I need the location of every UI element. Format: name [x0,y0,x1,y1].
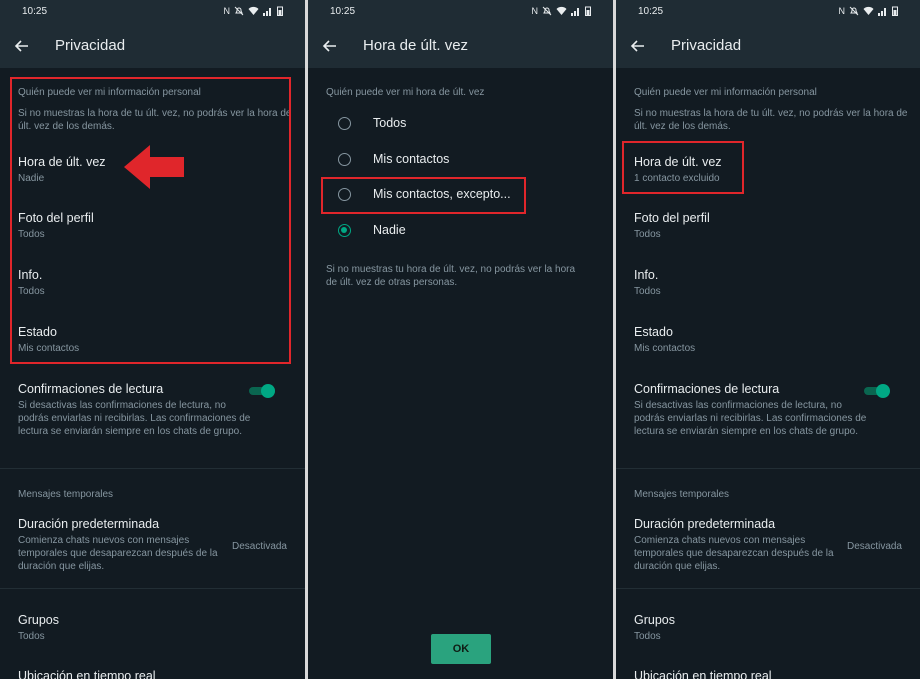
radio-option-todos[interactable]: Todos [338,114,603,136]
radio-option-nadie[interactable]: Nadie [338,221,603,243]
wifi-icon [248,6,259,15]
highlight-box [321,177,526,214]
battery-icon [277,6,283,16]
nfc-icon: N [838,6,846,16]
setting-title: Info. [634,268,659,282]
read-receipts-toggle[interactable] [249,384,275,398]
setting-title: Estado [634,325,673,339]
setting-info[interactable]: Info. Todos [634,268,910,298]
signal-icon [878,8,886,16]
setting-value: Todos [634,229,661,240]
setting-description: Comienza chats nuevos con mensajes tempo… [634,535,834,572]
section-description: Si no muestras la hora de tu últ. vez, n… [634,108,908,132]
status-bar: 10:25 N [308,0,613,24]
setting-groups[interactable]: Grupos Todos [18,613,295,643]
back-arrow-icon[interactable] [628,36,648,56]
read-receipts-toggle[interactable] [864,384,890,398]
setting-value: Todos [634,631,661,642]
signal-icon [571,8,579,16]
setting-title: Grupos [634,613,675,627]
divider [0,588,305,589]
app-bar: Privacidad [616,24,920,68]
app-bar: Hora de últ. vez [308,24,613,68]
status-time: 10:25 [22,6,48,17]
mute-icon [542,6,552,16]
ok-button[interactable]: OK [431,634,491,664]
section-title: Quién puede ver mi hora de últ. vez [326,87,485,98]
radio-label: Todos [373,116,407,130]
footer-note: Si no muestras tu hora de últ. vez, no p… [326,264,576,288]
setting-description: Si desactivas las confirmaciones de lect… [18,400,251,437]
setting-status[interactable]: Estado Mis contactos [634,325,910,355]
highlight-box [10,77,291,364]
status-bar: 10:25 N [616,0,920,24]
privacy-screen-before: 10:25 N Privacidad Quién puede ver mi in… [0,0,305,679]
divider [616,468,920,469]
section-title-temp: Mensajes temporales [18,489,114,500]
setting-value: Todos [18,631,45,642]
back-arrow-icon[interactable] [12,36,32,56]
setting-value: Mis contactos [634,343,696,354]
mute-icon [234,6,244,16]
status-time: 10:25 [638,6,664,17]
privacy-screen-after: 10:25 N Privacidad Quién puede ver mi in… [616,0,920,679]
page-title: Hora de últ. vez [363,37,469,54]
page-title: Privacidad [55,37,126,54]
setting-title: Ubicación en tiempo real [634,669,772,679]
setting-default-duration[interactable]: Duración predeterminada Comienza chats n… [18,517,295,573]
setting-title: Foto del perfil [634,211,710,225]
back-arrow-icon[interactable] [320,36,340,56]
setting-value: Todos [634,286,661,297]
app-bar: Privacidad [0,24,305,68]
setting-read-receipts[interactable]: Confirmaciones de lectura Si desactivas … [18,382,295,438]
setting-default-duration[interactable]: Duración predeterminada Comienza chats n… [634,517,910,573]
setting-title: Duración predeterminada [18,517,160,531]
battery-icon [892,6,898,16]
page-title: Privacidad [671,37,742,54]
section-title-temp: Mensajes temporales [634,489,730,500]
section-title: Quién puede ver mi información personal [634,87,817,98]
status-bar: 10:25 N [0,0,305,24]
setting-description: Comienza chats nuevos con mensajes tempo… [18,535,218,572]
status-time: 10:25 [330,6,356,17]
radio-label: Mis contactos [373,152,450,166]
setting-value: Desactivada [846,541,902,552]
radio-button[interactable] [338,117,351,130]
mute-icon [849,6,859,16]
divider [0,468,305,469]
setting-live-location[interactable]: Ubicación en tiempo real [18,669,295,679]
setting-value: Desactivada [231,541,287,552]
setting-read-receipts[interactable]: Confirmaciones de lectura Si desactivas … [634,382,910,438]
setting-title: Duración predeterminada [634,517,776,531]
radio-label: Nadie [373,223,406,237]
battery-icon [585,6,591,16]
setting-profile-photo[interactable]: Foto del perfil Todos [634,211,910,241]
signal-icon [263,8,271,16]
wifi-icon [556,6,567,15]
radio-option-mis-contactos[interactable]: Mis contactos [338,150,603,172]
setting-groups[interactable]: Grupos Todos [634,613,910,643]
divider [616,588,920,589]
setting-description: Si desactivas las confirmaciones de lect… [634,400,867,437]
setting-title: Ubicación en tiempo real [18,669,156,679]
highlight-box [622,141,744,194]
last-seen-screen: 10:25 N Hora de últ. vez Quién puede ver… [308,0,613,679]
nfc-icon: N [531,6,539,16]
setting-live-location[interactable]: Ubicación en tiempo real [634,669,910,679]
wifi-icon [863,6,874,15]
radio-button-selected[interactable] [338,224,351,237]
setting-title: Grupos [18,613,59,627]
radio-button[interactable] [338,153,351,166]
nfc-icon: N [223,6,231,16]
